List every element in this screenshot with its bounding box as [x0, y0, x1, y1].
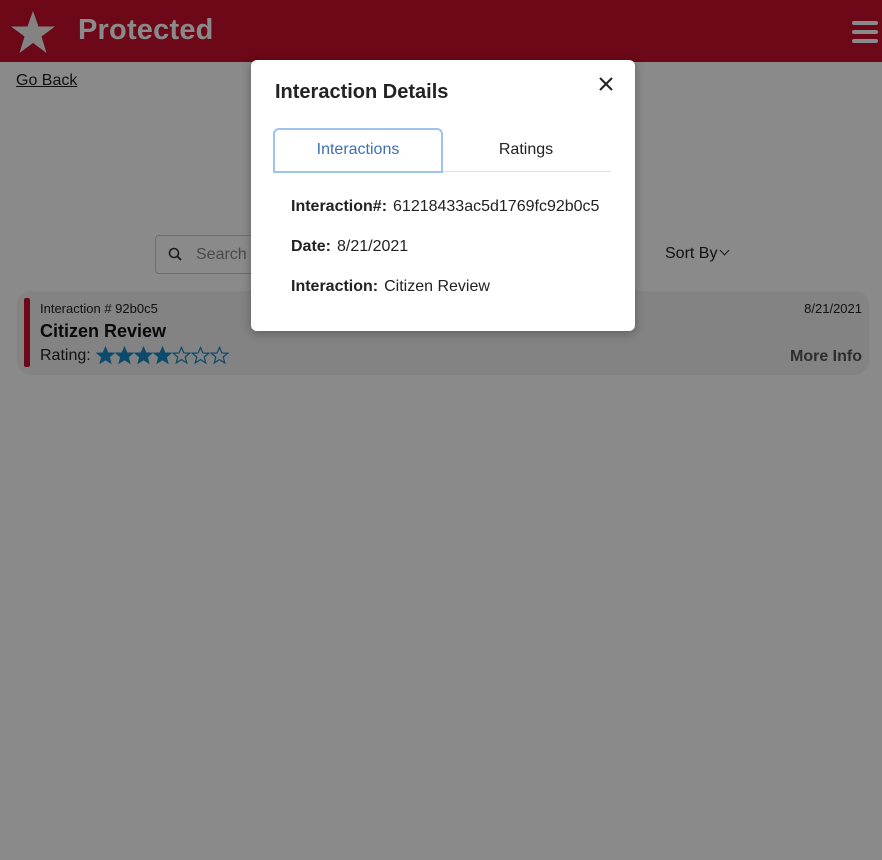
detail-date: Date: 8/21/2021 [291, 238, 408, 256]
tab-ratings[interactable]: Ratings [441, 128, 611, 172]
detail-interaction-type: Interaction: Citizen Review [291, 278, 490, 296]
detail-label: Date: [291, 238, 332, 255]
modal-tabs: Interactions Ratings [273, 128, 611, 173]
detail-interaction-id: Interaction#: 61218433ac5d1769fc92b0c5 [291, 198, 599, 216]
detail-label: Interaction: [291, 278, 379, 295]
detail-value: 61218433ac5d1769fc92b0c5 [393, 198, 600, 215]
interaction-details-modal: Interaction Details Interactions Ratings… [251, 60, 635, 331]
detail-value: Citizen Review [384, 278, 490, 295]
tab-interactions[interactable]: Interactions [273, 128, 443, 173]
detail-value: 8/21/2021 [337, 238, 409, 255]
detail-label: Interaction#: [291, 198, 388, 215]
modal-title: Interaction Details [275, 81, 449, 103]
close-icon[interactable] [598, 76, 614, 92]
